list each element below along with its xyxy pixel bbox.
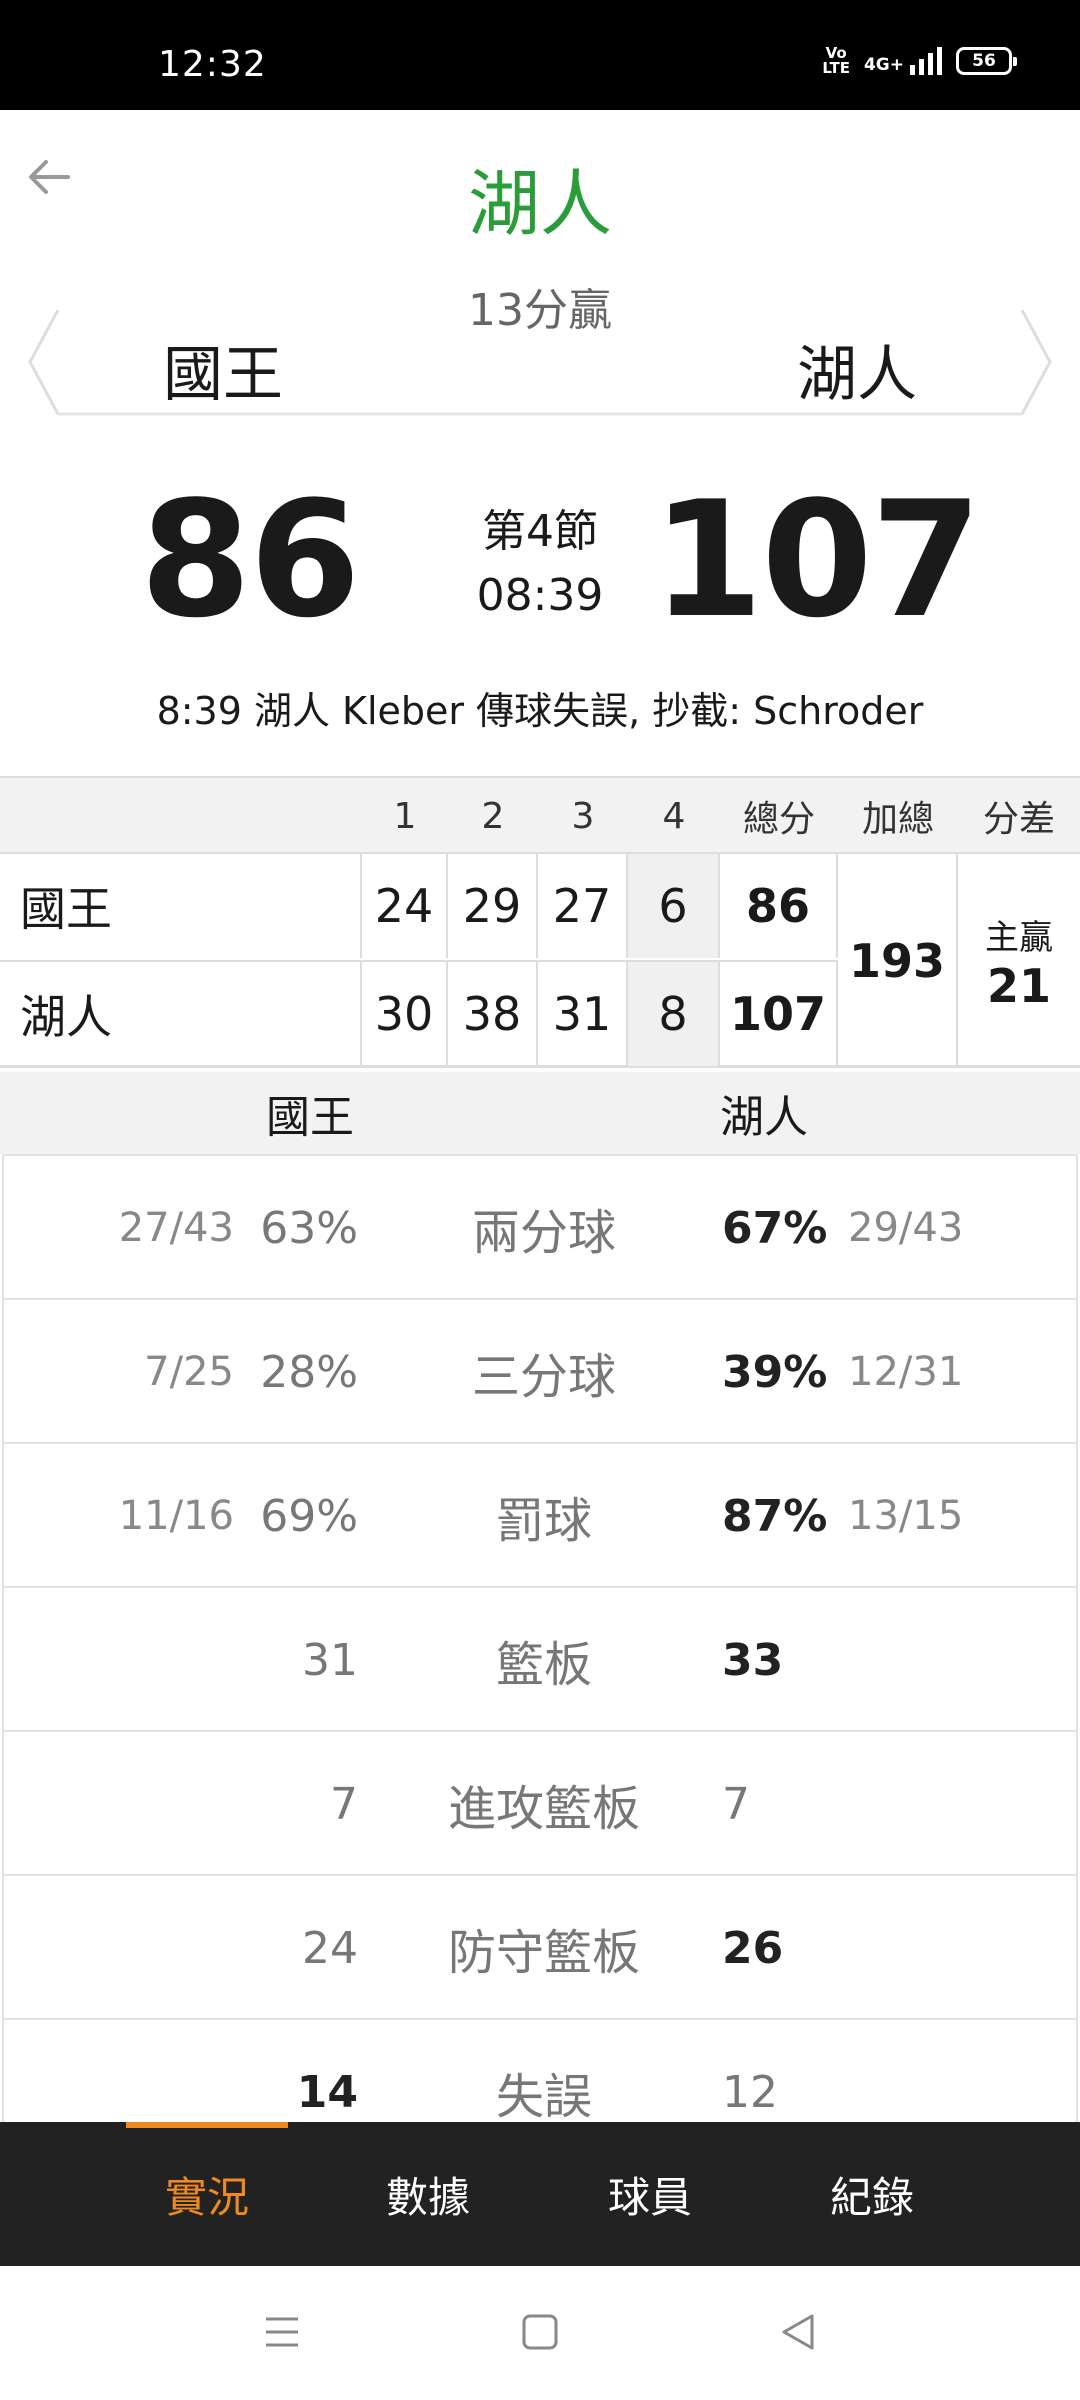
tab-data[interactable]: 數據: [328, 2122, 528, 2266]
col-diff: 分差: [982, 799, 1055, 840]
home-stat-value: 12: [722, 2066, 778, 2118]
away-stat-value: 7: [330, 1778, 358, 1830]
row-team: 國王: [0, 852, 362, 958]
quarter-table-header: 1 2 3 4 總分 加總 分差: [0, 776, 1080, 852]
score-diff-value: 21: [986, 958, 1051, 1013]
col-sum: 加總: [861, 799, 934, 840]
home-team-name[interactable]: 湖人: [797, 326, 917, 413]
combined-total-value: 193: [848, 934, 946, 988]
q2-score: 38: [448, 960, 538, 1066]
score-diff: 主贏 21: [958, 852, 1080, 1068]
list-item: 11/16 69% 罰球 87% 13/15: [2, 1442, 1078, 1586]
last-play-text: 8:39 湖人 Kleber 傳球失誤, 抄截: Schroder: [156, 689, 924, 733]
col-q1: 1: [393, 795, 417, 837]
home-stat-fraction: 29/43: [848, 1205, 964, 1251]
col-q2: 2: [481, 795, 505, 837]
back-icon[interactable]: [776, 2310, 820, 2354]
stat-label: 三分球: [471, 1349, 616, 1405]
home-stat-value: 26: [722, 1922, 784, 1974]
list-item: 24 防守籃板 26: [2, 1874, 1078, 2018]
q1-score: 30: [362, 960, 448, 1066]
matchup-banner: 國王 湖人: [28, 306, 1052, 418]
tab-records[interactable]: 紀錄: [772, 2122, 972, 2266]
away-stat-value: 14: [296, 2066, 358, 2118]
quarter-score-table: 國王 24 29 27 6 86 湖人 30 38 31 8 107 193 主…: [0, 852, 1080, 1068]
away-stat-fraction: 27/43: [118, 1205, 234, 1251]
table-row: 湖人 30 38 31 8 107: [0, 960, 840, 1066]
team-stats-header: 國王 湖人: [0, 1072, 1080, 1154]
battery-level: 56: [972, 51, 996, 71]
score-diff-label: 主贏: [985, 917, 1053, 958]
battery-icon: 56: [956, 47, 1017, 75]
volte-icon: Vo LTE: [822, 44, 850, 77]
col-q3: 3: [571, 795, 595, 837]
q1-score: 24: [362, 852, 448, 958]
total-score: 107: [720, 960, 838, 1066]
signal-icon: 4G+: [864, 47, 942, 75]
system-nav-bar: [0, 2266, 1080, 2400]
q4-score: 6: [628, 852, 720, 958]
combined-total: 193: [838, 852, 958, 1068]
stat-label: 進攻籃板: [447, 1781, 640, 1837]
q3-score: 27: [538, 852, 628, 958]
home-stat-fraction: 12/31: [848, 1349, 964, 1395]
stat-label: 籃板: [495, 1637, 592, 1693]
list-item: 7/25 28% 三分球 39% 12/31: [2, 1298, 1078, 1442]
stat-label: 防守籃板: [447, 1925, 640, 1981]
list-item: 14 失誤 12: [2, 2018, 1078, 2122]
table-row: 國王 24 29 27 6 86: [0, 852, 840, 958]
home-score: 107: [652, 466, 982, 653]
away-stat-value: 28%: [260, 1346, 358, 1398]
q2-score: 29: [448, 852, 538, 958]
away-stat-fraction: 11/16: [118, 1493, 234, 1539]
col-total: 總分: [742, 799, 815, 840]
stat-label: 兩分球: [471, 1205, 616, 1261]
bottom-tab-bar: 實況 數據 球員 紀錄: [0, 2122, 1080, 2266]
list-item: 7 進攻籃板 7: [2, 1730, 1078, 1874]
home-stats-label: 湖人: [720, 1092, 808, 1143]
home-stat-value: 67%: [722, 1202, 828, 1254]
home-icon[interactable]: [518, 2310, 562, 2354]
team-stats-list: 27/43 63% 兩分球 67% 29/43 7/25 28% 三分球 39% 12/31 11/…: [2, 1154, 1078, 2122]
winner-team: 湖人: [467, 162, 612, 246]
away-stat-fraction: 7/25: [144, 1349, 234, 1395]
stat-label: 罰球: [495, 1493, 592, 1549]
tab-players[interactable]: 球員: [550, 2122, 750, 2266]
home-stat-fraction: 13/15: [848, 1493, 964, 1539]
menu-icon[interactable]: [260, 2310, 304, 2354]
home-stat-value: 39%: [722, 1346, 828, 1398]
q4-score: 8: [628, 960, 720, 1066]
col-q4: 4: [662, 795, 686, 837]
total-score: 86: [720, 852, 838, 958]
stat-label: 失誤: [495, 2069, 592, 2122]
list-item: 27/43 63% 兩分球 67% 29/43: [2, 1154, 1078, 1298]
away-stat-value: 31: [302, 1634, 358, 1686]
away-stat-value: 63%: [260, 1202, 358, 1254]
active-tab-indicator: [126, 2122, 288, 2128]
network-type: 4G+: [863, 55, 904, 75]
tab-live[interactable]: 實況: [107, 2122, 307, 2266]
list-item: 31 籃板 33: [2, 1586, 1078, 1730]
away-team-name[interactable]: 國王: [163, 326, 283, 413]
away-stat-value: 24: [302, 1922, 358, 1974]
home-stat-value: 87%: [722, 1490, 828, 1542]
row-team: 湖人: [0, 960, 362, 1066]
home-stat-value: 7: [722, 1778, 750, 1830]
away-stats-label: 國王: [266, 1092, 354, 1143]
away-stat-value: 69%: [260, 1490, 358, 1542]
status-time: 12:32: [158, 44, 267, 85]
q3-score: 31: [538, 960, 628, 1066]
status-bar: 12:32 Vo LTE 4G+ 56: [0, 0, 1080, 110]
status-icons: Vo LTE 4G+ 56: [822, 44, 1017, 77]
home-stat-value: 33: [722, 1634, 784, 1686]
